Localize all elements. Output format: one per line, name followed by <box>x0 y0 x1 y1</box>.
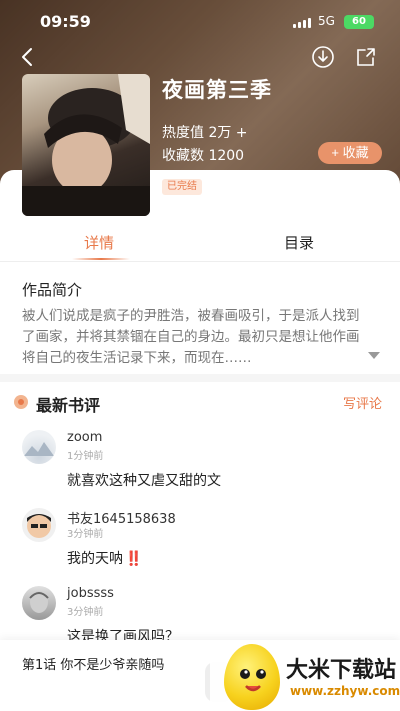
signal-icon <box>293 18 311 28</box>
book-cover-image[interactable] <box>22 74 150 216</box>
back-arrow-icon[interactable] <box>18 45 38 69</box>
status-bar: 09:59 5G 60 <box>0 10 400 34</box>
intro-heading: 作品简介 <box>22 281 83 299</box>
last-chapter-link[interactable]: 第1话 你不是少爷亲随吗 <box>22 654 164 673</box>
review-time: 3分钟前 <box>67 607 104 618</box>
tab-details[interactable]: 详情 <box>84 232 114 253</box>
heat-value: 热度值 2万 + <box>162 125 248 141</box>
avatar <box>22 586 56 620</box>
download-icon[interactable] <box>310 44 336 70</box>
tab-bar: 详情 目录 <box>0 226 400 260</box>
review-time: 1分钟前 <box>67 451 104 462</box>
avatar <box>22 508 56 542</box>
reviews-title: 最新书评 <box>36 396 101 415</box>
exclamation-emoji: ‼️ <box>125 551 143 567</box>
review-content: 就喜欢这种又虐又甜的文 <box>67 470 221 490</box>
tab-divider <box>0 261 400 262</box>
network-type: 5G <box>318 14 335 28</box>
section-divider <box>0 374 400 382</box>
battery-icon: 60 <box>344 15 374 29</box>
watermark-logo-icon <box>224 644 280 710</box>
cover-illustration <box>22 74 150 216</box>
write-review-button[interactable]: 写评论 <box>343 393 382 412</box>
review-icon <box>14 395 28 409</box>
avatar <box>22 430 56 464</box>
watermark: 大米下载站 www.zzhyw.com <box>210 640 400 711</box>
review-content: 我的天呐 ‼️ <box>67 548 142 568</box>
status-time: 09:59 <box>40 12 91 31</box>
expand-chevron-icon[interactable] <box>368 352 380 359</box>
review-item[interactable]: 书友1645158638 3分钟前 我的天呐 ‼️ <box>0 508 400 588</box>
share-icon[interactable] <box>353 44 379 70</box>
watermark-url: www.zzhyw.com <box>290 684 400 698</box>
navigation-bar <box>0 42 400 72</box>
add-favorite-button[interactable]: + 收藏 <box>318 142 382 164</box>
review-text: 就喜欢这种又虐又甜的文 <box>67 473 221 489</box>
intro-fade <box>290 344 380 368</box>
active-tab-indicator <box>72 258 130 260</box>
watermark-title: 大米下载站 <box>286 658 397 683</box>
tab-catalog[interactable]: 目录 <box>284 232 314 253</box>
reviewer-name: zoom <box>67 430 103 445</box>
completed-badge: 已完结 <box>162 179 202 195</box>
review-time: 3分钟前 <box>67 529 104 540</box>
book-title: 夜画第三季 <box>162 78 272 102</box>
favorite-count: 收藏数 1200 <box>162 148 245 164</box>
review-text: 我的天呐 <box>67 551 123 567</box>
reviewer-name: jobssss <box>67 586 114 601</box>
review-item[interactable]: zoom 1分钟前 就喜欢这种又虐又甜的文 <box>0 430 400 510</box>
